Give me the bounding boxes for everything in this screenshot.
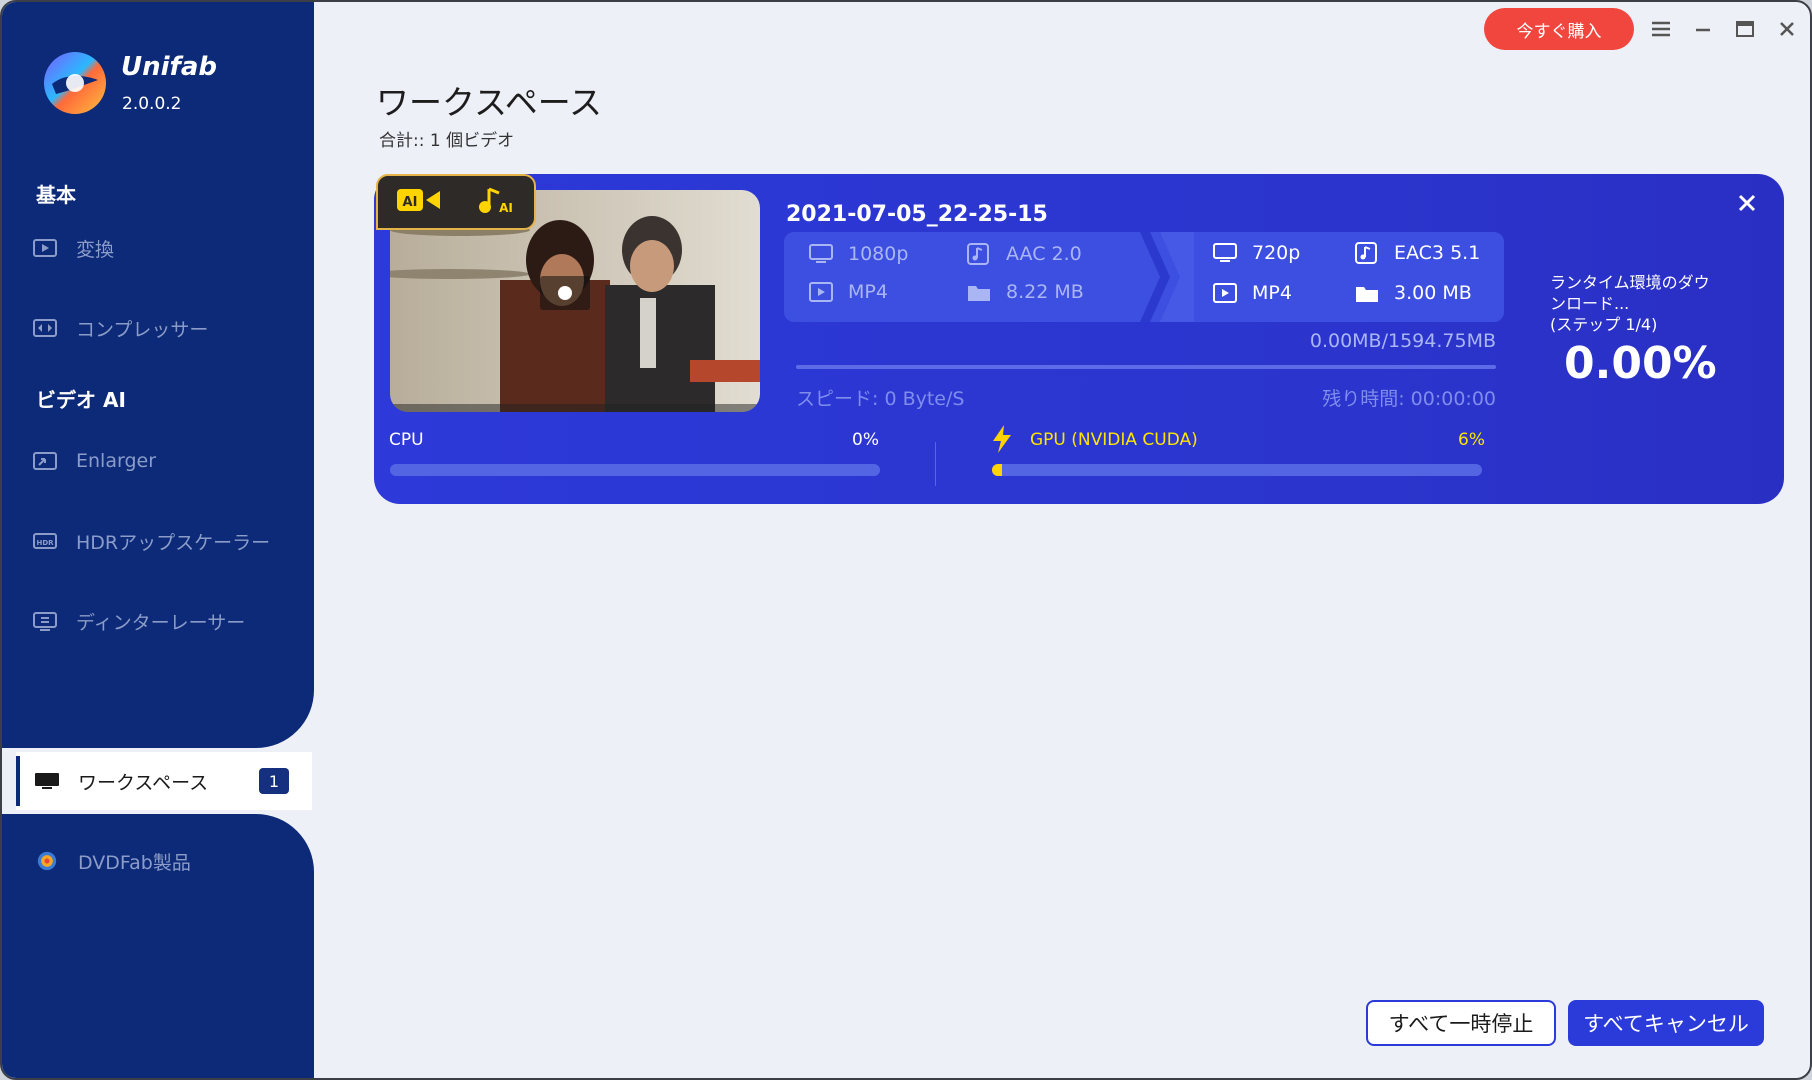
- pause-all-button[interactable]: すべて一時停止: [1366, 1000, 1556, 1046]
- music-note-icon: [1355, 242, 1377, 264]
- sidebar-item-label: ディンターレーサー: [76, 611, 246, 634]
- folder-icon: [968, 286, 990, 301]
- source-size: 8.22 MB: [966, 281, 1084, 303]
- source-resolution: 1080p: [808, 243, 908, 265]
- status-message: ランタイム環境のダウンロード... (ステップ 1/4): [1550, 272, 1720, 335]
- minimize-icon[interactable]: [1688, 14, 1718, 44]
- monitor-icon: [34, 771, 60, 791]
- status-line: ランタイム環境のダウンロード...: [1550, 273, 1710, 313]
- source-audio-value: AAC 2.0: [1006, 243, 1082, 265]
- task-progress-bar: [796, 365, 1496, 369]
- workspace-count-badge: 1: [259, 768, 289, 794]
- sidebar-item-hdr-upscaler[interactable]: HDR HDRアップスケーラー: [32, 521, 270, 561]
- cancel-all-button[interactable]: すべてキャンセル: [1568, 1000, 1764, 1046]
- ai-tags: AI AI: [376, 174, 536, 230]
- status-text: ランタイム環境のダウンロード... (ステップ 1/4): [1550, 272, 1720, 335]
- task-card: AI AI 2021-07-05_22-25-15 1080p AAC 2.0: [374, 174, 1784, 504]
- sidebar-item-enlarger[interactable]: Enlarger: [32, 441, 156, 481]
- sidebar-item-compressor[interactable]: コンプレッサー: [32, 308, 208, 348]
- svg-text:AI: AI: [499, 201, 513, 215]
- dvdfab-logo-icon: [34, 851, 60, 871]
- ai-music-icon: AI: [477, 185, 517, 219]
- compress-icon: [32, 318, 58, 338]
- source-container: MP4: [808, 281, 888, 303]
- enlarge-icon: [32, 451, 58, 471]
- source-container-value: MP4: [848, 281, 888, 303]
- folder-icon: [1356, 287, 1378, 302]
- sidebar-item-label: DVDFab製品: [78, 851, 191, 874]
- maximize-icon[interactable]: [1730, 14, 1760, 44]
- svg-text:AI: AI: [402, 195, 417, 210]
- video-file-icon: [809, 282, 833, 302]
- sidebar-item-label: コンプレッサー: [76, 318, 209, 341]
- file-name: 2021-07-05_22-25-15: [786, 202, 1048, 227]
- page-title: ワークスペース: [376, 83, 603, 122]
- gpu-label: GPU (NVIDIA CUDA): [1030, 430, 1198, 450]
- target-resolution: 720p: [1212, 242, 1300, 264]
- arrow-divider-icon: [1140, 232, 1194, 322]
- remaining-time: 残り時間: 00:00:00: [1322, 388, 1496, 410]
- source-resolution-value: 1080p: [848, 243, 909, 265]
- gpu-value: 6%: [1458, 430, 1485, 450]
- gpu-usage-fill: [992, 464, 1002, 476]
- sidebar-item-convert[interactable]: 変換: [32, 228, 114, 268]
- source-audio: AAC 2.0: [966, 243, 1082, 265]
- section-basic-label: 基本: [36, 183, 76, 207]
- hamburger-icon[interactable]: [1646, 14, 1676, 44]
- remove-task-button[interactable]: [1732, 188, 1762, 218]
- sidebar-item-deinterlacer[interactable]: ディンターレーサー: [32, 601, 245, 641]
- progress-percent: 0.00%: [1564, 338, 1717, 389]
- buy-now-button[interactable]: 今すぐ購入: [1484, 8, 1634, 50]
- svg-text:HDR: HDR: [36, 539, 54, 547]
- video-file-icon: [1213, 283, 1237, 303]
- target-container: MP4: [1212, 282, 1292, 304]
- speed-readout: スピード: 0 Byte/S: [796, 388, 965, 410]
- monitor-icon: [809, 244, 833, 263]
- app-name: Unifab: [121, 52, 218, 82]
- sidebar-item-label: 変換: [76, 238, 115, 261]
- app-version: 2.0.0.2: [122, 94, 182, 114]
- source-size-value: 8.22 MB: [1006, 281, 1084, 303]
- sidebar-item-label: ワークスペース: [78, 771, 209, 794]
- lightning-icon: [993, 425, 1011, 453]
- hdr-icon: HDR: [32, 531, 58, 551]
- target-resolution-value: 720p: [1252, 242, 1301, 264]
- unifab-logo-icon: [42, 50, 108, 116]
- sidebar: Unifab 2.0.0.2 基本 変換 コンプレッサー ビデオ AI Enla…: [2, 2, 314, 1078]
- sidebar-item-label: Enlarger: [76, 450, 157, 472]
- size-progress: 0.00MB/1594.75MB: [1309, 330, 1496, 352]
- cpu-value: 0%: [852, 430, 879, 450]
- cpu-label: CPU: [389, 430, 424, 450]
- target-size: 3.00 MB: [1354, 282, 1472, 304]
- target-audio: EAC3 5.1: [1354, 242, 1480, 264]
- target-container-value: MP4: [1252, 282, 1292, 304]
- sidebar-item-label: HDRアップスケーラー: [76, 531, 271, 554]
- ai-video-icon: AI: [396, 185, 442, 219]
- gpu-usage-bar: [992, 464, 1482, 476]
- target-size-value: 3.00 MB: [1394, 282, 1472, 304]
- monitor-icon: [1213, 243, 1237, 262]
- target-audio-value: EAC3 5.1: [1394, 242, 1481, 264]
- close-icon[interactable]: [1772, 14, 1802, 44]
- sidebar-item-dvdfab[interactable]: DVDFab製品: [34, 841, 191, 881]
- active-indicator: [16, 756, 20, 806]
- play-box-icon: [32, 238, 58, 258]
- music-note-icon: [967, 243, 989, 265]
- divider: [935, 442, 936, 486]
- cpu-usage-bar: [390, 464, 880, 476]
- app-window: Unifab 2.0.0.2 基本 変換 コンプレッサー ビデオ AI Enla…: [0, 0, 1812, 1080]
- video-total-count: 合計:: 1 個ビデオ: [379, 131, 515, 151]
- status-line: (ステップ 1/4): [1550, 315, 1658, 334]
- deinterlace-icon: [32, 611, 58, 631]
- section-video-ai-label: ビデオ AI: [36, 388, 126, 412]
- sidebar-item-workspace[interactable]: ワークスペース 1: [16, 752, 312, 810]
